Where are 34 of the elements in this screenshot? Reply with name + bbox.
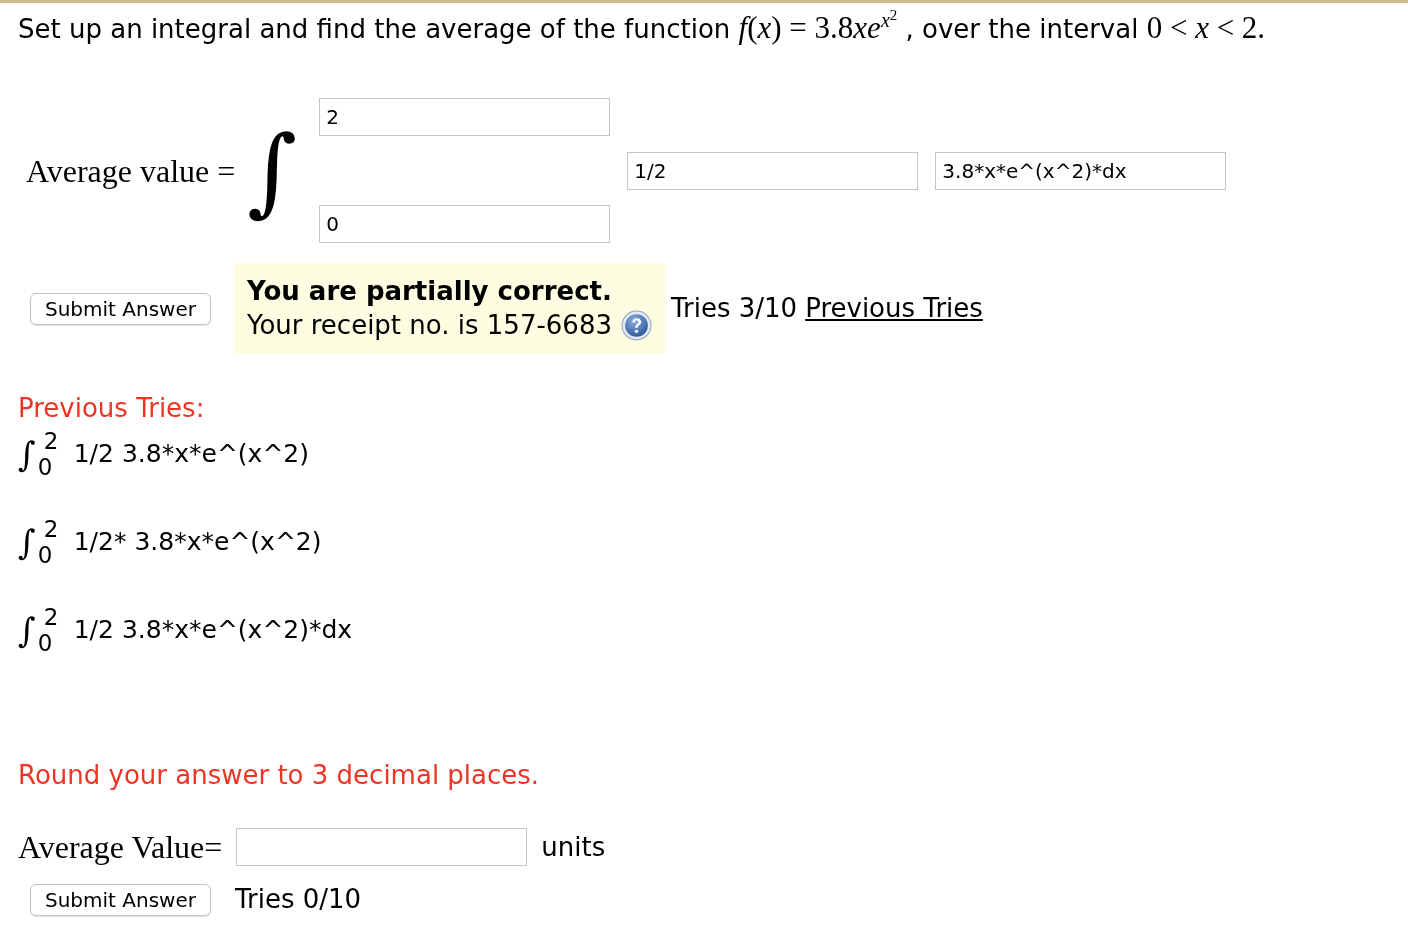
- factor-text: 1/2*: [73, 526, 127, 559]
- submit-button[interactable]: Submit Answer: [30, 883, 211, 916]
- factor-text: 1/2: [73, 614, 114, 647]
- upper-limit-field[interactable]: 2: [319, 98, 611, 136]
- integral-sign: ∫: [18, 613, 36, 647]
- integral-sign: ∫: [18, 525, 36, 559]
- rounding-note: Round your answer to 3 decimal places.: [18, 759, 541, 791]
- integrand-text: 3.8*x*e^(x^2): [121, 438, 309, 471]
- lower-limit: 0: [37, 542, 54, 568]
- help-icon[interactable]: [621, 309, 652, 341]
- integrand-field[interactable]: 3.8*x*e^(x^2)*dx: [935, 151, 1227, 190]
- average-value-label: Average Value=: [18, 828, 223, 867]
- receipt-text: Your receipt no. is 157-6683: [246, 309, 612, 342]
- upper-limit: 2: [42, 516, 60, 542]
- previous-tries-link[interactable]: Previous Tries: [805, 289, 983, 328]
- lower-limit: 0: [37, 454, 54, 480]
- integrand-text: 3.8*x*e^(x^2): [134, 526, 322, 559]
- factor-text: 1/2: [73, 438, 114, 471]
- lower-limit-field[interactable]: 0: [319, 205, 611, 243]
- upper-limit: 2: [42, 428, 60, 454]
- question-text: Set up an integral and find the average of the function f(x) = 3.8xe$^{x}$$^{2}$ , over the interval 0 < x < 2.: [18, 9, 1267, 47]
- submit-button[interactable]: Submit Answer: [30, 292, 211, 325]
- average-value-label: Average value =: [26, 151, 236, 191]
- integral-sign: ∫: [18, 437, 36, 471]
- tries-counter: Tries 0/10: [234, 883, 362, 916]
- integrand-text: 3.8*x*e^(x^2)*dx: [121, 614, 353, 647]
- lower-limit: 0: [37, 630, 54, 656]
- units-label: units: [541, 830, 606, 864]
- factor-field[interactable]: 1/2: [627, 151, 919, 190]
- tries-counter: Tries 3/10: [671, 292, 798, 325]
- upper-limit: 2: [42, 604, 60, 630]
- feedback-title: You are partially correct.: [246, 275, 613, 308]
- previous-tries-heading: Previous Tries:: [18, 392, 206, 424]
- answer-field[interactable]: [236, 828, 528, 866]
